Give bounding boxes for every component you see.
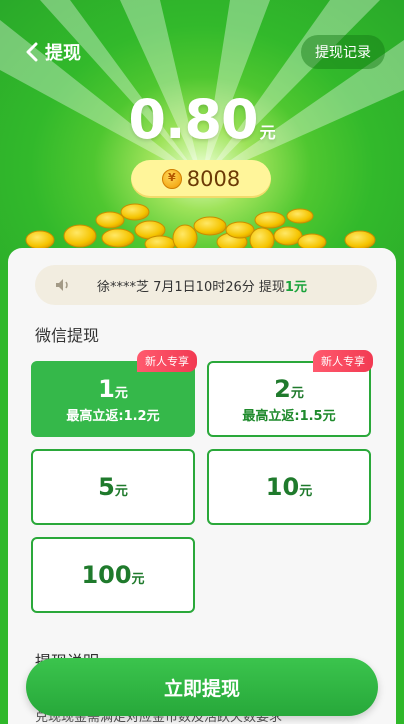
option-unit: 元 <box>299 484 313 499</box>
option-rebate: 最高立返:1.2元 <box>66 409 160 424</box>
withdraw-records-button[interactable]: 提现记录 <box>301 35 385 69</box>
top-bar: 提现 提现记录 <box>0 30 404 74</box>
balance-value: 0.80 <box>128 88 258 151</box>
page-title: 提现 <box>45 43 81 64</box>
withdraw-option-10[interactable]: 10元 <box>207 449 371 525</box>
withdraw-option-100[interactable]: 100元 <box>31 537 195 613</box>
withdraw-notice-bar: 徐****芝 7月1日10时26分 提现1元 <box>35 265 377 305</box>
chevron-left-icon <box>26 42 38 62</box>
balance-unit: 元 <box>259 123 276 142</box>
new-user-tag: 新人专享 <box>137 350 197 372</box>
withdraw-option-1[interactable]: 新人专享 1元 最高立返:1.2元 <box>31 350 197 437</box>
option-unit: 元 <box>290 386 304 401</box>
option-unit: 元 <box>114 484 128 499</box>
balance-amount: 0.80 元 <box>0 88 404 151</box>
speaker-icon <box>55 278 71 292</box>
option-amount: 2 <box>274 375 291 403</box>
withdraw-card: 徐****芝 7月1日10时26分 提现1元 微信提现 新人专享 1元 最高立返… <box>8 248 396 724</box>
new-user-tag: 新人专享 <box>313 350 373 372</box>
hero-background: 提现 提现记录 0.80元 8008 <box>0 0 404 270</box>
option-unit: 元 <box>131 572 145 587</box>
wechat-withdraw-title: 微信提现 <box>35 326 100 345</box>
option-amount: 10 <box>265 473 300 501</box>
withdraw-now-button[interactable]: 立即提现 <box>26 658 378 716</box>
notice-text: 徐****芝 7月1日10时26分 提现1元 <box>97 276 307 295</box>
option-amount: 100 <box>81 561 132 589</box>
withdraw-option-2[interactable]: 新人专享 2元 最高立返:1.5元 <box>207 350 373 437</box>
notice-amount: 1元 <box>284 279 307 295</box>
option-rebate: 最高立返:1.5元 <box>242 409 336 424</box>
option-amount: 1 <box>98 375 115 403</box>
withdraw-option-5[interactable]: 5元 <box>31 449 195 525</box>
option-amount: 5 <box>98 473 115 501</box>
coin-count: 8008 <box>186 167 241 191</box>
notice-prefix: 徐****芝 7月1日10时26分 提现 <box>97 279 285 295</box>
gold-coin-icon <box>161 169 182 189</box>
option-unit: 元 <box>114 386 128 401</box>
back-button[interactable] <box>18 38 46 66</box>
